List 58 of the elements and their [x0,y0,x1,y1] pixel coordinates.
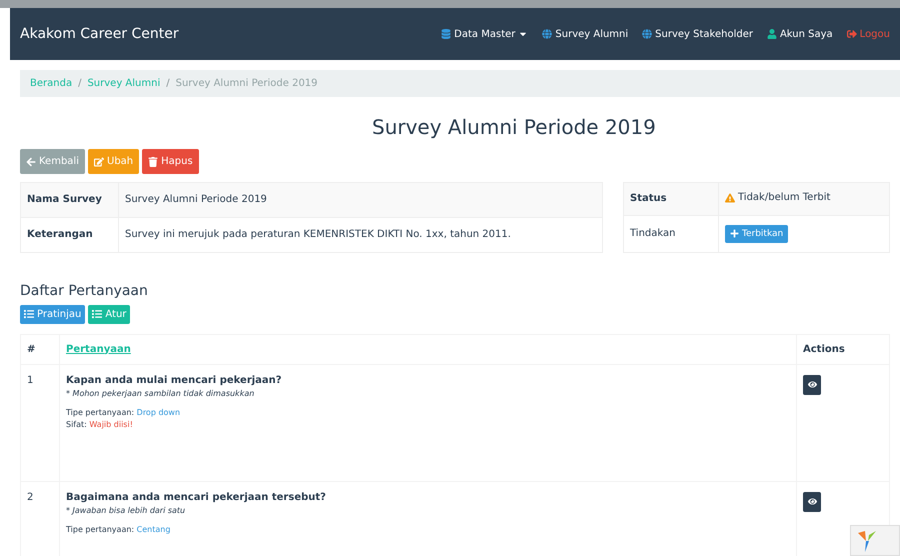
edit-button[interactable]: Ubah [88,149,140,174]
brand-title[interactable]: Akakom Career Center [20,26,428,42]
status-text: Tidak/belum Terbit [738,192,830,203]
logout-icon [846,29,857,39]
label-cell: Nama Survey [20,182,118,218]
nav-link[interactable]: Data Master [441,28,528,40]
question-text: Bagaimana anda mencari pekerjaan tersebut? [66,492,327,502]
publish-button[interactable]: Terbitkan [725,224,788,242]
question-note: * Mohon pekerjaan sambilan tidak dimasukkan [66,388,256,398]
list-icon [92,309,102,319]
eye-icon [808,380,816,389]
column-header: Actions [796,334,890,364]
arrow-left-icon [26,156,36,166]
nav-link[interactable]: Survey Stakeholder [642,28,753,40]
number-cell: 1 [20,364,60,481]
label-cell: Keterangan [20,217,118,252]
question-note: * Jawaban bisa lebih dari satu [66,506,186,514]
breadcrumb-link[interactable]: Beranda [30,78,72,89]
section-heading: Daftar Pertanyaan [20,282,149,298]
nav-link[interactable]: Logou [846,28,890,40]
trait-value: Wajib diisi! [89,420,133,428]
plus-icon [730,229,739,238]
breadcrumb-text: Survey Alumni Periode 2019 [176,78,318,89]
globe-icon [642,29,652,39]
trait-label: Sifat: [66,420,87,428]
globe-icon [542,29,552,39]
eye-icon [808,497,816,506]
view-button[interactable] [803,492,821,512]
question-text: Kapan anda mulai mencari pekerjaan? [66,374,283,386]
breadcrumb-separator: / [78,78,82,89]
edit-icon [94,156,104,166]
back-button[interactable]: Kembali [20,149,85,174]
number-cell: 2 [20,481,60,556]
nav-link[interactable]: Akun Saya [766,28,833,40]
breadcrumb-link[interactable]: Survey Alumni [87,78,160,89]
label-cell: Tindakan [624,215,718,252]
value-cell: Survey Alumni Periode 2019 [118,182,602,218]
label-cell: Status [624,182,718,215]
list-icon [24,309,34,319]
preview-button[interactable]: Pratinjau [20,304,86,324]
page-title: Survey Alumni Periode 2019 [371,115,657,139]
type-value: Drop down [136,408,180,416]
type-label: Tipe pertanyaan: [66,524,134,534]
view-button[interactable] [803,374,821,394]
warning-icon [725,192,735,202]
column-header: # [20,334,60,364]
sort-link[interactable]: Pertanyaan [66,344,131,354]
type-label: Tipe pertanyaan: [66,408,134,416]
delete-button[interactable]: Hapus [142,149,199,174]
value-cell: Survey ini merujuk pada peraturan KEMENRISTEK DIKTI No. 1xx, tahun 2011. [118,217,602,252]
type-value: Centang [136,524,170,534]
breadcrumb-separator: / [166,78,170,89]
nav-link[interactable]: Survey Alumni [542,28,628,40]
trash-icon [148,156,158,166]
logo-icon[interactable] [857,528,877,552]
user-icon [766,29,777,39]
database-icon [441,29,452,39]
manage-button[interactable]: Atur [88,304,130,324]
